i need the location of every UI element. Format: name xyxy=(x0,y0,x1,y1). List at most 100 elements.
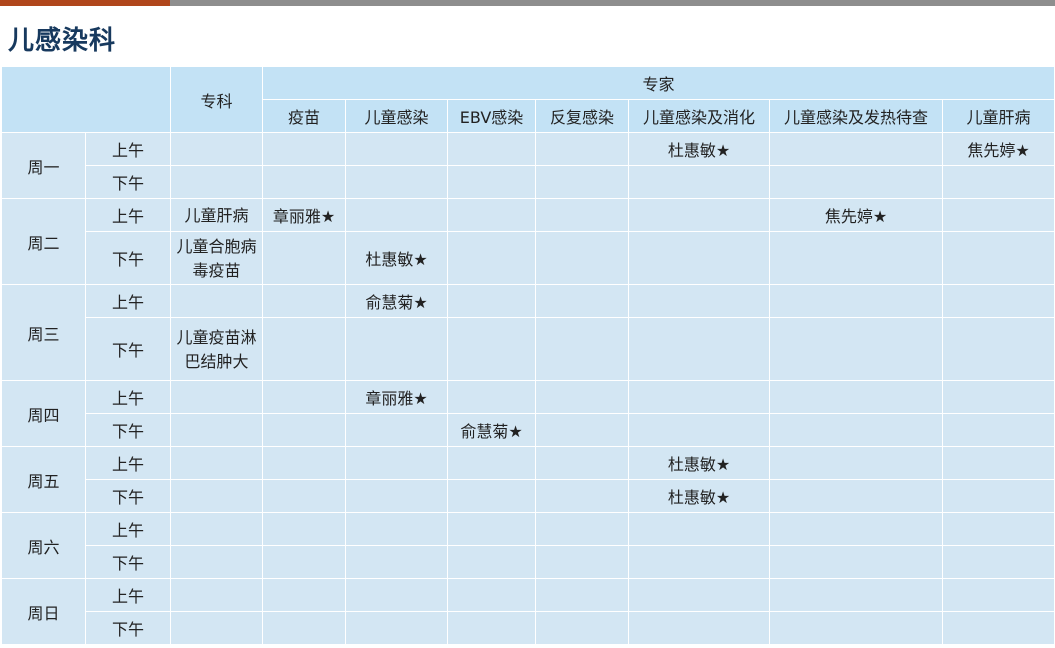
table-row: 下午 xyxy=(2,611,1055,645)
table-row: 周六 上午 xyxy=(1,512,1055,579)
doctor-cell xyxy=(769,512,943,546)
day-label: 周五 xyxy=(1,446,86,513)
doctor-cell xyxy=(941,198,1055,232)
doctor-cell xyxy=(345,165,448,199)
doctor-cell xyxy=(628,231,770,285)
doctor-cell xyxy=(262,231,346,285)
doctor-cell xyxy=(769,578,943,612)
specialty-cell xyxy=(170,413,263,447)
doctor-cell xyxy=(345,512,448,546)
doctor-cell xyxy=(769,132,943,166)
day-label: 周一 xyxy=(1,132,86,199)
doctor-cell xyxy=(941,479,1055,513)
specialty-cell: 儿童疫苗淋巴结肿大 xyxy=(170,317,263,381)
doctor-cell xyxy=(941,231,1055,285)
specialty-cell xyxy=(170,479,263,513)
specialty-text xyxy=(172,528,262,530)
header-col: 儿童感染 xyxy=(345,99,448,133)
doctor-cell xyxy=(769,611,943,645)
doctor-cell xyxy=(941,380,1055,414)
header-col: 疫苗 xyxy=(262,99,346,133)
time-slot-label: 上午 xyxy=(85,578,171,612)
table-row: 下午 xyxy=(2,165,1055,199)
specialty-text xyxy=(172,561,262,563)
doctor-cell xyxy=(769,165,943,199)
specialty-text xyxy=(172,462,262,464)
header-col: 儿童感染及发热待查 xyxy=(769,99,943,133)
time-slot-label: 下午 xyxy=(85,231,171,285)
doctor-cell xyxy=(769,446,943,480)
header-col: 儿童肝病 xyxy=(941,99,1055,133)
doctor-cell xyxy=(628,578,770,612)
doctor-cell xyxy=(262,479,346,513)
doctor-cell xyxy=(447,545,536,579)
specialty-cell xyxy=(170,380,263,414)
table-row: 下午 xyxy=(2,545,1055,579)
doctor-cell: 俞慧菊★ xyxy=(345,284,448,318)
doctor-cell xyxy=(345,413,448,447)
doctor-cell xyxy=(262,317,346,381)
doctor-cell xyxy=(447,578,536,612)
doctor-cell xyxy=(262,413,346,447)
doctor-cell xyxy=(262,380,346,414)
specialty-text xyxy=(172,300,262,302)
time-slot-label: 下午 xyxy=(85,317,171,381)
time-slot-label: 上午 xyxy=(85,198,171,232)
time-slot-label: 上午 xyxy=(85,284,171,318)
doctor-cell xyxy=(535,413,629,447)
doctor-cell xyxy=(628,413,770,447)
schedule-table: 专科 专家 疫苗 儿童感染 EBV感染 反复感染 儿童感染及消化 儿童感染及发热… xyxy=(1,66,1055,645)
doctor-cell xyxy=(262,545,346,579)
table-row: 周五 上午 杜惠敏★ xyxy=(1,446,1055,513)
doctor-cell xyxy=(345,545,448,579)
specialty-text xyxy=(172,148,262,150)
doctor-cell xyxy=(628,198,770,232)
doctor-cell xyxy=(262,578,346,612)
doctor-cell xyxy=(628,611,770,645)
time-slot-label: 下午 xyxy=(85,165,171,199)
doctor-cell xyxy=(345,198,448,232)
table-row: 下午 儿童合胞病毒疫苗 杜惠敏★ xyxy=(2,231,1055,285)
time-slot-label: 上午 xyxy=(85,380,171,414)
table-row: 周二 上午 儿童肝病 章丽雅★ 焦先婷★ xyxy=(1,198,1055,285)
doctor-cell xyxy=(535,165,629,199)
doctor-cell xyxy=(345,446,448,480)
time-slot-label: 下午 xyxy=(85,479,171,513)
doctor-cell xyxy=(628,545,770,579)
doctor-cell xyxy=(941,413,1055,447)
specialty-cell xyxy=(170,446,263,480)
table-row: 周四 上午 章丽雅★ xyxy=(1,380,1055,447)
doctor-cell xyxy=(345,611,448,645)
specialty-text xyxy=(172,429,262,431)
time-slot-label: 上午 xyxy=(85,512,171,546)
doctor-cell xyxy=(262,512,346,546)
table-row: 下午 杜惠敏★ xyxy=(2,479,1055,513)
doctor-cell xyxy=(535,479,629,513)
day-label: 周四 xyxy=(1,380,86,447)
specialty-cell xyxy=(170,545,263,579)
title-area: 儿感染科 xyxy=(0,6,1055,66)
doctor-cell xyxy=(941,611,1055,645)
doctor-cell: 杜惠敏★ xyxy=(628,132,770,166)
doctor-cell xyxy=(447,284,536,318)
specialty-text xyxy=(172,181,262,183)
doctor-cell xyxy=(941,165,1055,199)
doctor-cell xyxy=(345,578,448,612)
doctor-cell: 杜惠敏★ xyxy=(628,446,770,480)
header-specialty: 专科 xyxy=(170,66,263,133)
doctor-cell xyxy=(769,284,943,318)
doctor-cell xyxy=(941,512,1055,546)
doctor-cell xyxy=(628,512,770,546)
day-label: 周二 xyxy=(1,198,86,285)
doctor-cell: 章丽雅★ xyxy=(345,380,448,414)
doctor-cell xyxy=(535,132,629,166)
doctor-cell: 杜惠敏★ xyxy=(628,479,770,513)
specialty-cell: 儿童合胞病毒疫苗 xyxy=(170,231,263,285)
header-corner xyxy=(1,66,171,133)
day-label: 周三 xyxy=(1,284,86,381)
doctor-cell: 俞慧菊★ xyxy=(447,413,536,447)
day-label: 周日 xyxy=(1,578,86,645)
doctor-cell xyxy=(941,284,1055,318)
specialty-cell: 儿童肝病 xyxy=(170,198,263,232)
doctor-cell xyxy=(535,611,629,645)
